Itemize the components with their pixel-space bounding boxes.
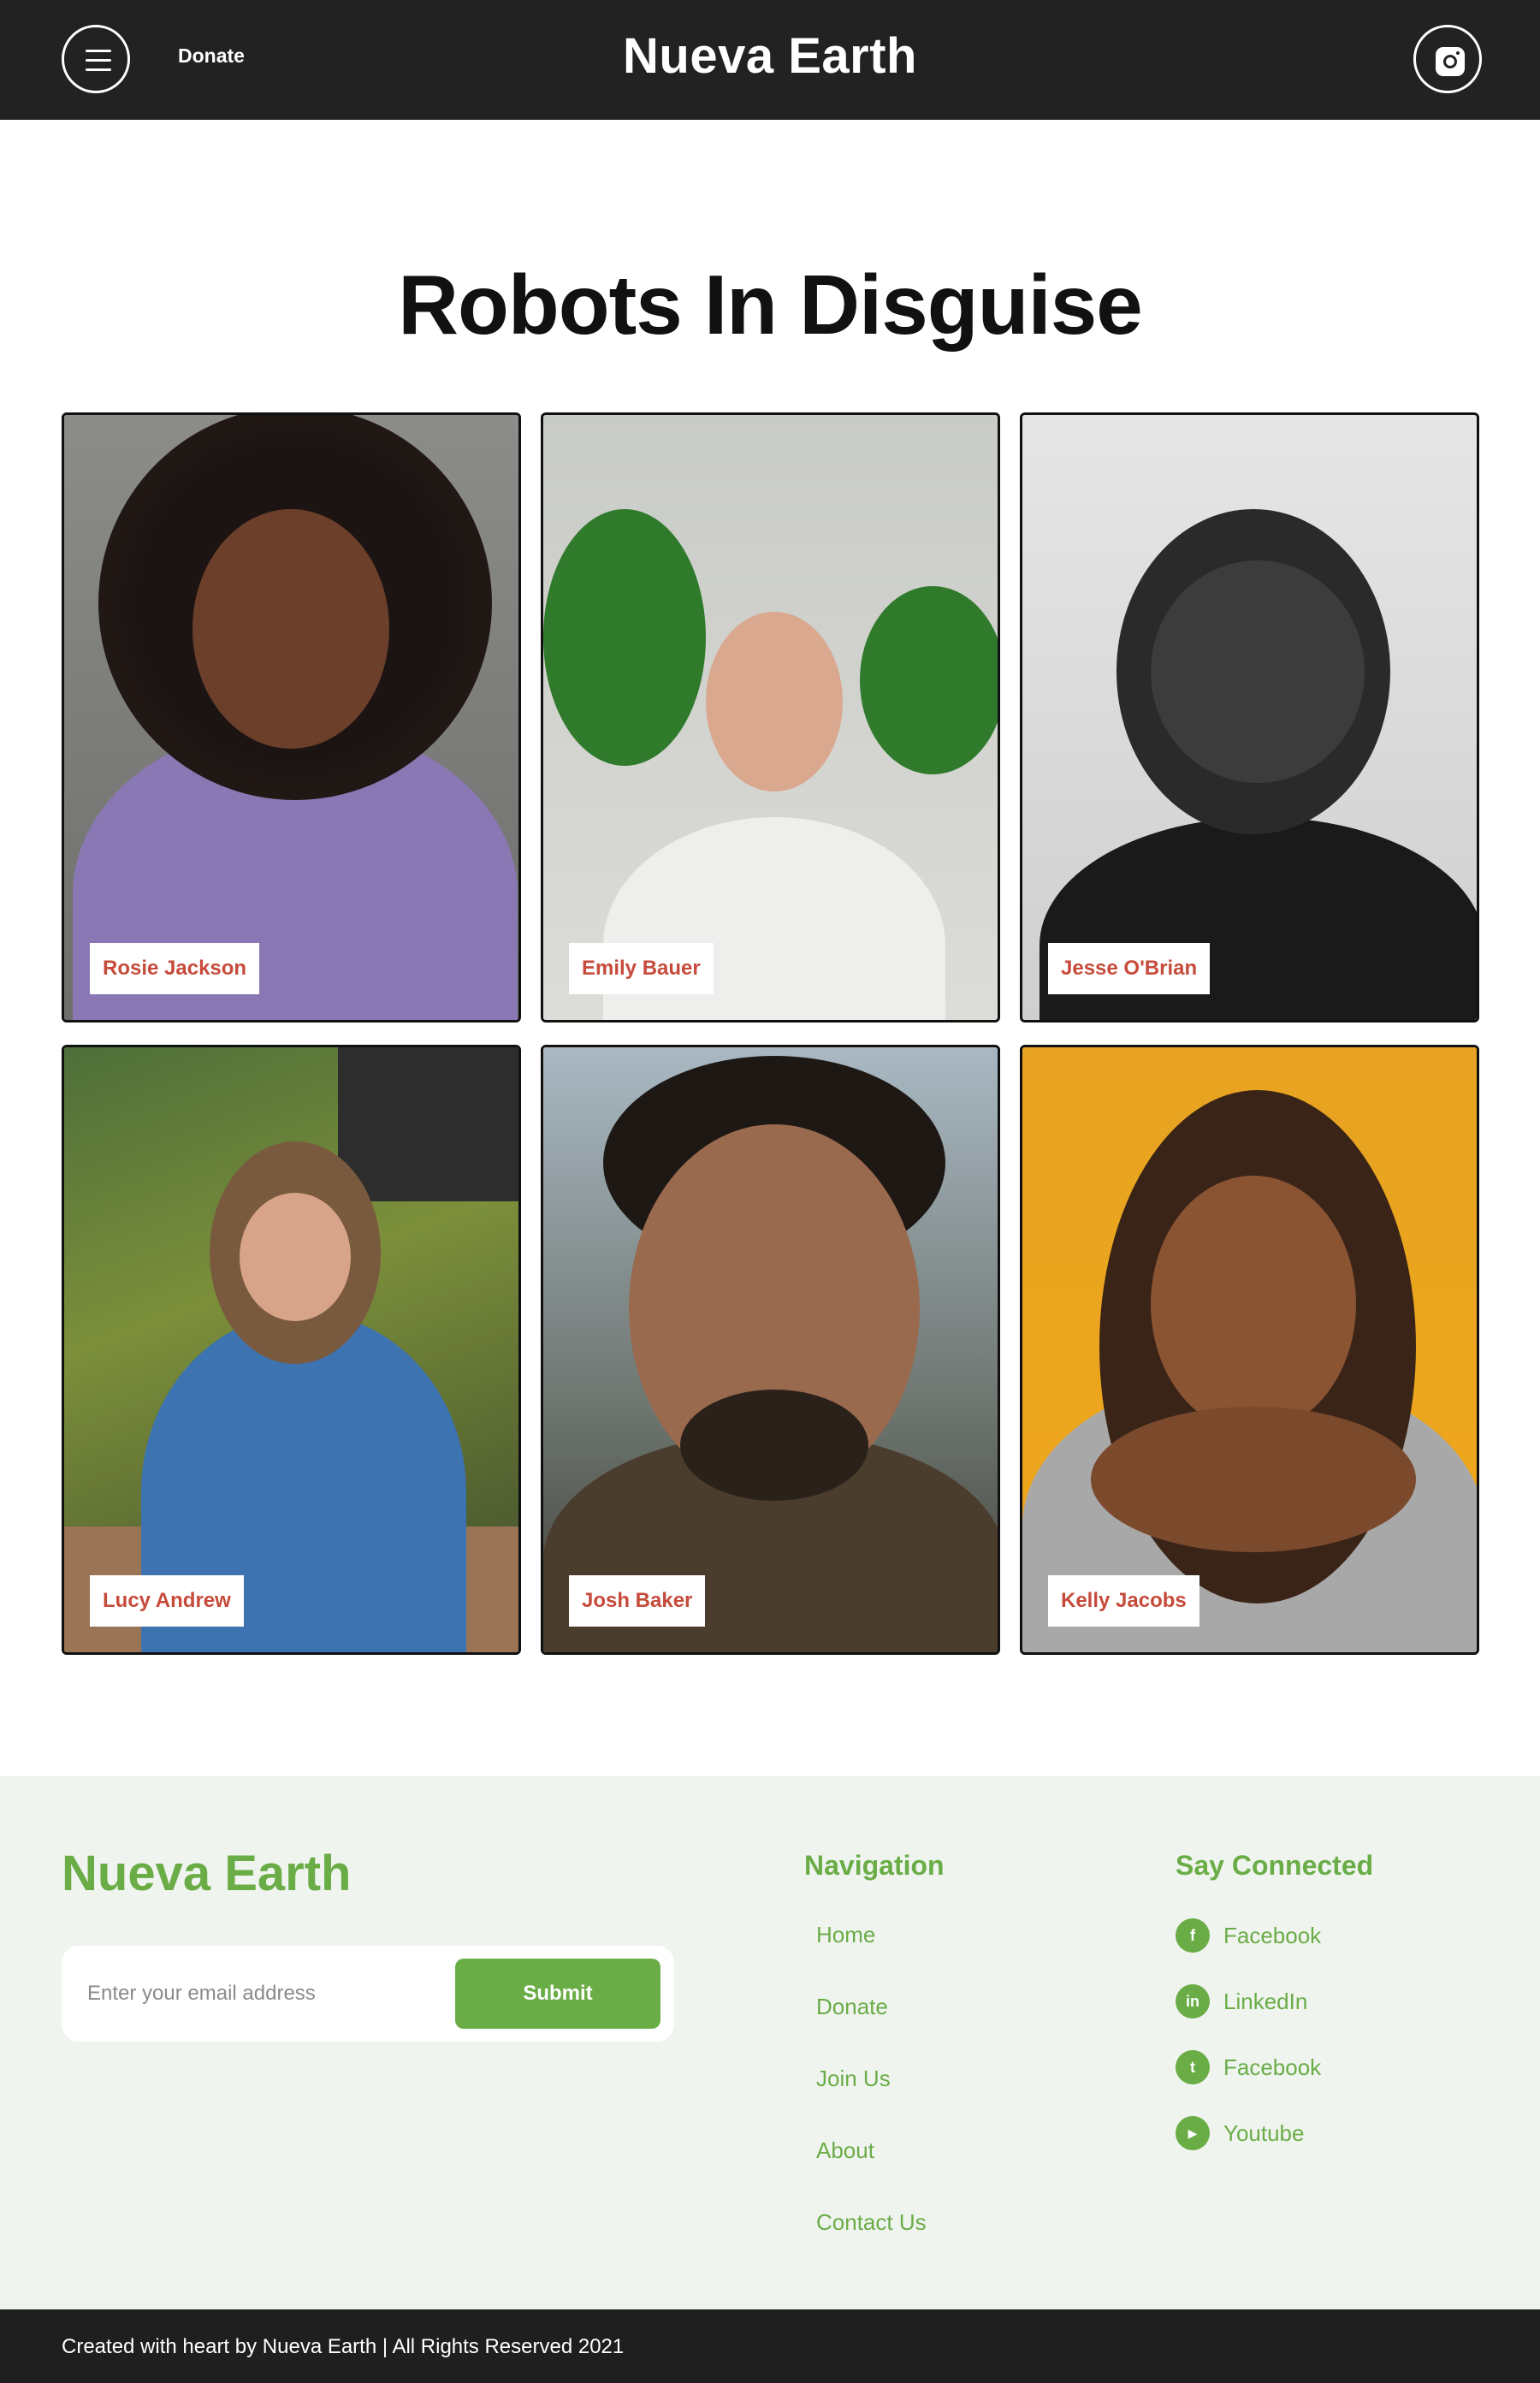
copyright-text: Created with heart by Nueva Earth | All … (62, 2335, 625, 2358)
team-card[interactable]: Lucy Andrew (62, 1045, 521, 1655)
facebook-icon: f (1176, 1918, 1210, 1953)
team-member-name: Rosie Jackson (90, 943, 260, 994)
newsletter-form: Submit (62, 1946, 674, 2042)
social-heading: Say Connected (1176, 1850, 1374, 1881)
team-member-name: Lucy Andrew (90, 1575, 244, 1627)
team-card[interactable]: Rosie Jackson (62, 412, 521, 1023)
social-link-label: Facebook (1223, 1922, 1322, 1948)
team-member-name: Kelly Jacobs (1048, 1575, 1199, 1627)
team-card[interactable]: Kelly Jacobs (1020, 1045, 1479, 1655)
header-donate-link[interactable]: Donate (178, 44, 245, 68)
social-link-label: LinkedIn (1223, 1988, 1308, 2014)
navigation-heading: Navigation (804, 1850, 945, 1881)
footer-brand[interactable]: Nueva Earth (62, 1845, 351, 1902)
twitter-icon: t (1176, 2050, 1210, 2084)
hamburger-menu-icon[interactable] (62, 25, 130, 93)
team-member-name: Josh Baker (569, 1575, 706, 1627)
team-photo (1022, 415, 1477, 1020)
social-link-label: Facebook (1223, 2054, 1322, 2080)
footer-nav-home[interactable]: Home (816, 1922, 875, 1948)
footer-nav-contact-us[interactable]: Contact Us (816, 2209, 927, 2236)
team-card[interactable]: Emily Bauer (541, 412, 1000, 1023)
team-photo (543, 415, 998, 1020)
email-field[interactable] (87, 1971, 472, 2016)
social-link-linkedin[interactable]: in LinkedIn (1176, 1983, 1307, 2019)
brand-logo-text[interactable]: Nueva Earth (623, 28, 917, 84)
page-title: Robots In Disguise (398, 258, 1143, 352)
team-member-name: Emily Bauer (569, 943, 714, 994)
team-card[interactable]: Jesse O'Brian (1020, 412, 1479, 1023)
linkedin-icon: in (1176, 1984, 1210, 2018)
instagram-icon[interactable] (1413, 25, 1482, 93)
footer-nav-join-us[interactable]: Join Us (816, 2066, 891, 2092)
team-photo (64, 415, 518, 1020)
social-link-facebook[interactable]: f Facebook (1176, 1918, 1321, 1953)
social-link-label: Youtube (1223, 2119, 1305, 2146)
team-card[interactable]: Josh Baker (541, 1045, 1000, 1655)
site-footer: Nueva Earth Submit Navigation Home Donat… (0, 1776, 1540, 2309)
social-link-twitter[interactable]: t Facebook (1176, 2049, 1321, 2085)
team-photo (64, 1047, 518, 1652)
copyright-bar: Created with heart by Nueva Earth | All … (0, 2309, 1540, 2383)
team-photo (1022, 1047, 1477, 1652)
team-member-name: Jesse O'Brian (1048, 943, 1211, 994)
team-photo (543, 1047, 998, 1652)
social-link-youtube[interactable]: ▶ Youtube (1176, 2115, 1304, 2151)
youtube-icon: ▶ (1176, 2116, 1210, 2150)
site-header: Donate Nueva Earth (0, 0, 1540, 120)
footer-nav-donate[interactable]: Donate (816, 1994, 888, 2020)
submit-button[interactable]: Submit (455, 1959, 660, 2029)
footer-nav-about[interactable]: About (816, 2137, 874, 2164)
